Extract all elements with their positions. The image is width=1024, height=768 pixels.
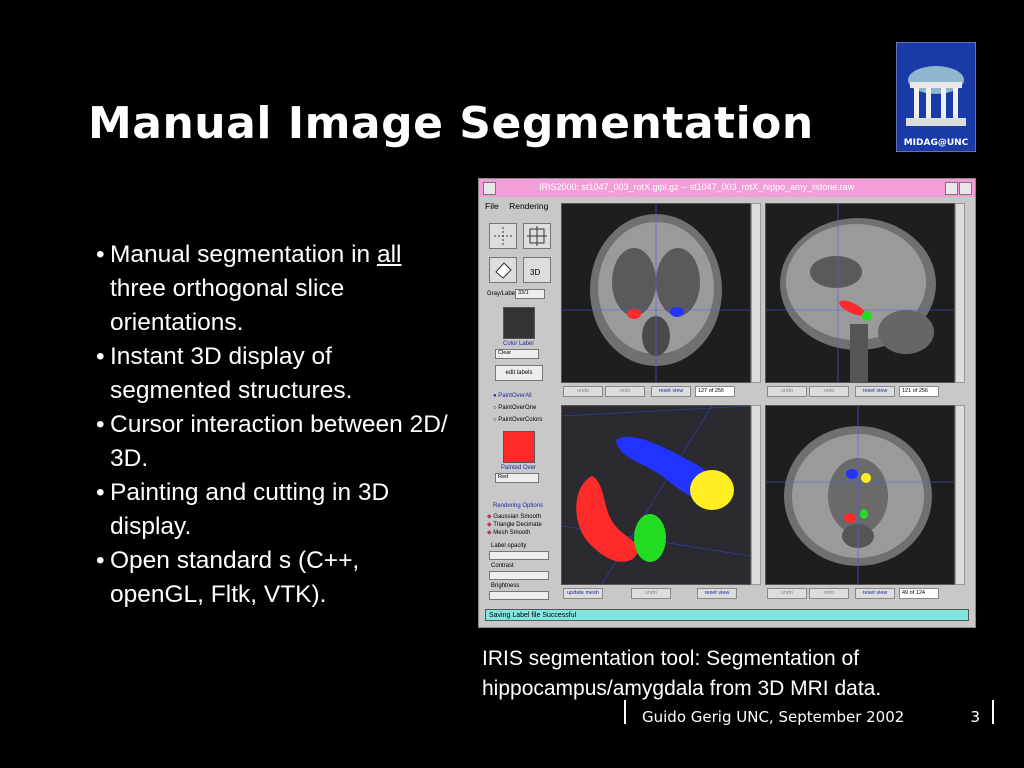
color-label-select[interactable]: Clear (495, 349, 539, 359)
bullet-item: Instant 3D display of segmented structur… (96, 340, 456, 408)
window-menu-button[interactable] (483, 182, 496, 195)
label-opacity-slider[interactable] (489, 551, 549, 560)
coronal-reset-view-button[interactable]: reset view (651, 386, 691, 397)
radio-paint-over-all[interactable]: ● PaintOverAll (493, 393, 532, 399)
figure-caption: IRIS segmentation tool: Segmentation of … (482, 647, 882, 700)
coronal-slice-view[interactable] (561, 203, 751, 383)
menu-file[interactable]: File (485, 201, 499, 211)
iris-titlebar[interactable]: IRIS2000: st1047_003_rotX.gipl.gz -- st1… (479, 179, 975, 197)
axial-slice-view[interactable] (765, 405, 955, 585)
painted-over-swatch[interactable] (503, 431, 535, 463)
painted-over-title: Painted Over (501, 465, 537, 471)
sagittal-reset-view-button[interactable]: reset view (855, 386, 895, 397)
render-triangle-decimate[interactable]: ◆ Triangle Decimate (487, 521, 542, 528)
painted-over-select[interactable]: Red (495, 473, 539, 483)
brightness-label: Brightness (491, 583, 520, 589)
logo-text: MIDAG@UNC (904, 138, 969, 148)
iris-window-title: IRIS2000: st1047_003_rotX.gipl.gz -- st1… (539, 182, 855, 192)
axial-undo-button[interactable]: undo (767, 588, 807, 599)
3d-undo-button[interactable]: undo (631, 588, 671, 599)
coronal-undo-button[interactable]: undo (563, 386, 603, 397)
3d-render-view[interactable] (561, 405, 751, 585)
render-gaussian-smooth[interactable]: ◆ Gaussian Smooth (487, 513, 541, 520)
maximize-button[interactable] (959, 182, 972, 195)
page-number: 3 (970, 708, 980, 726)
slide-title: Manual Image Segmentation (88, 98, 814, 149)
menu-bar: File Rendering (485, 201, 556, 211)
update-mesh-button[interactable]: update mesh (563, 588, 603, 599)
bullet-item: Painting and cutting in 3D display. (96, 476, 456, 544)
axial-redo-button[interactable]: redo (809, 588, 849, 599)
edit-labels-button[interactable]: edit labels (495, 365, 543, 381)
slide-footer: Guido Gerig UNC, September 2002 3 (624, 700, 994, 726)
3d-tool-label: 3D (530, 268, 541, 277)
3d-tool-button[interactable]: 3D (523, 257, 551, 283)
coronal-slice-counter: 127 of 256 (695, 386, 735, 397)
gray-label-label: Gray/Label (487, 291, 517, 297)
contrast-label: Contrast (491, 563, 514, 569)
brightness-slider[interactable] (489, 591, 549, 600)
sagittal-slice-counter: 121 of 256 (899, 386, 939, 397)
radio-paint-over-one[interactable]: ○ PaintOverOne (493, 405, 536, 411)
rendering-options-title: Rendering Options (493, 503, 544, 509)
crosshair-tool-button[interactable] (489, 223, 517, 249)
sagittal-undo-button[interactable]: undo (767, 386, 807, 397)
sagittal-toolbar: undo redo reset view 121 of 256 (765, 385, 963, 397)
axial-toolbar: undo redo reset view 49 of 124 (765, 587, 963, 599)
paint-tool-button[interactable] (489, 257, 517, 283)
status-bar: Saving Label file Successful (485, 609, 969, 621)
footer-text: Guido Gerig UNC, September 2002 (642, 708, 905, 726)
gray-label-value[interactable]: 33/1 (515, 289, 545, 299)
coronal-redo-button[interactable]: redo (605, 386, 645, 397)
bullet-item: Manual segmentation in all three orthogo… (96, 238, 456, 340)
color-label-title: Color Label (503, 341, 534, 347)
label-opacity-label: Label opacity (491, 543, 527, 549)
color-label-swatch[interactable] (503, 307, 535, 339)
coronal-toolbar: undo redo reset view 127 of 256 (561, 385, 759, 397)
3d-reset-view-button[interactable]: reset view (697, 588, 737, 599)
menu-rendering[interactable]: Rendering (509, 201, 548, 211)
render-mesh-smooth[interactable]: ◆ Mesh Smooth (487, 529, 530, 536)
bullet-item: Open standard s (C++, openGL, Fltk, VTK)… (96, 544, 456, 612)
bullet-list: Manual segmentation in all three orthogo… (96, 238, 456, 612)
radio-paint-over-colors[interactable]: ○ PaintOverColors (493, 417, 542, 423)
minimize-button[interactable] (945, 182, 958, 195)
3d-view-scrollbar[interactable] (751, 405, 761, 585)
coronal-scrollbar[interactable] (751, 203, 761, 383)
iris-window: IRIS2000: st1047_003_rotX.gipl.gz -- st1… (478, 178, 976, 628)
3d-view-toolbar: update mesh undo reset view (561, 587, 759, 599)
zoom-pan-tool-button[interactable] (523, 223, 551, 249)
bullet-item: Cursor interaction between 2D/ 3D. (96, 408, 456, 476)
axial-scrollbar[interactable] (955, 405, 965, 585)
midag-logo: MIDAG@UNC (895, 41, 977, 153)
underlined-word: all (376, 241, 402, 268)
axial-reset-view-button[interactable]: reset view (855, 588, 895, 599)
sagittal-slice-view[interactable] (765, 203, 955, 383)
sagittal-redo-button[interactable]: redo (809, 386, 849, 397)
contrast-slider[interactable] (489, 571, 549, 580)
sagittal-scrollbar[interactable] (955, 203, 965, 383)
axial-slice-counter: 49 of 124 (899, 588, 939, 599)
